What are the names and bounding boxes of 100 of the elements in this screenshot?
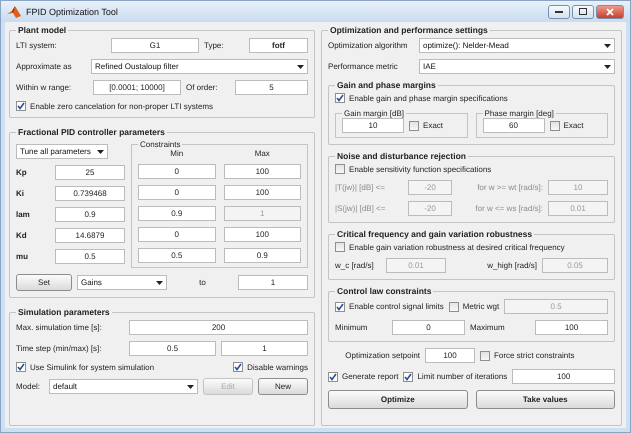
field-label: for w <= ws [rad/s]:	[474, 204, 543, 213]
action-button[interactable]: Take values	[476, 390, 615, 409]
input-field[interactable]: 1	[221, 341, 308, 356]
field-label: Within w range:	[16, 83, 72, 92]
field-label: Of order:	[186, 83, 219, 92]
checkbox-label: Generate report	[342, 372, 398, 381]
field-label: mu	[16, 252, 29, 261]
input-field[interactable]: 100	[224, 227, 301, 242]
input-field[interactable]: fotf	[249, 38, 308, 53]
field-label: Model:	[16, 382, 42, 391]
group-title: Control law constraints	[336, 286, 432, 296]
checkbox[interactable]	[335, 164, 345, 174]
input-field[interactable]: 0.9	[55, 207, 125, 222]
checkbox-label: Exact	[564, 121, 584, 130]
input-field[interactable]: 0	[138, 164, 216, 179]
field-label: Kp	[16, 168, 28, 177]
field-label: |T(jw)| [dB] <=	[335, 183, 386, 192]
caret-icon	[156, 280, 163, 284]
checkbox-label: Disable warnings	[247, 362, 308, 372]
input-field[interactable]: 100	[535, 320, 608, 335]
field-label: lam	[16, 210, 31, 219]
window-title: FPID Optimization Tool	[26, 6, 118, 16]
input-field[interactable]: 0.739468	[55, 186, 125, 201]
field-label: w_high [rad/s]	[486, 261, 537, 270]
input-field[interactable]: 5	[235, 80, 308, 95]
checkbox[interactable]	[480, 350, 490, 360]
field-label: Type:	[204, 41, 225, 50]
input-field[interactable]: 100	[425, 348, 475, 363]
checkbox-label: Enable gain and phase margin specifications	[349, 94, 508, 102]
new-button[interactable]: New	[258, 378, 308, 395]
dropdown[interactable]: Tune all parameters	[16, 144, 108, 159]
input-field[interactable]: 0.5	[55, 249, 125, 264]
field-label: Time step (min/max) [s]:	[16, 344, 102, 353]
field-label: to	[198, 278, 207, 287]
input-field[interactable]: 100	[224, 185, 301, 200]
input-field[interactable]: 14.6879	[55, 228, 125, 243]
group-title: Noise and disturbance rejection	[336, 151, 467, 161]
dropdown[interactable]: IAE	[419, 59, 615, 74]
checkbox[interactable]	[335, 242, 345, 252]
group-title: Simulation parameters	[17, 307, 111, 317]
checkbox-label: Exact	[423, 121, 444, 130]
group-title: Fractional PID controller parameters	[17, 127, 166, 137]
checkbox[interactable]	[16, 362, 26, 372]
input-field[interactable]: 0	[138, 185, 216, 200]
checkbox-label: Enable sensitivity function specifications	[349, 164, 492, 174]
checkbox-label: Enable gain variation robustness at desired critical frequency	[349, 242, 565, 252]
checkbox[interactable]	[550, 120, 560, 130]
input-field[interactable]: 0.9	[224, 248, 301, 263]
field-label: w_c [rad/s]	[335, 261, 375, 270]
checkbox[interactable]	[403, 372, 414, 382]
input-field[interactable]: 0	[138, 227, 216, 242]
input-field[interactable]: 10	[342, 118, 404, 133]
set-button[interactable]: Set	[16, 274, 72, 291]
caret-icon	[297, 64, 304, 68]
input-field[interactable]: 0.5	[129, 341, 216, 356]
dropdown[interactable]: Gains	[77, 275, 167, 290]
column-header: Max	[254, 149, 271, 158]
input-field[interactable]: 60	[482, 118, 544, 133]
field-label: for w >= wt [rad/s]:	[476, 183, 543, 192]
input-field[interactable]: 0.5	[138, 248, 216, 263]
minimize-button[interactable]	[548, 4, 570, 18]
field-label: Max. simulation time [s]:	[16, 323, 103, 332]
field-label: Ki	[16, 189, 25, 198]
input-field[interactable]: 1	[238, 275, 308, 290]
caret-icon	[604, 44, 611, 48]
field-label: Performance metric	[328, 62, 399, 71]
input-field[interactable]: 0	[392, 320, 465, 335]
dropdown[interactable]: default	[49, 379, 198, 394]
input-field[interactable]: [0.0001; 10000]	[93, 80, 181, 95]
input-field[interactable]: 25	[55, 165, 125, 180]
close-button[interactable]	[596, 4, 624, 18]
checkbox-label: Use Simulink for system simulation	[30, 362, 154, 372]
checkbox[interactable]	[233, 362, 244, 372]
group-title: Critical frequency and gain variation robustness	[336, 229, 534, 239]
dropdown[interactable]: optimize(): Nelder-Mead	[419, 38, 615, 53]
caret-icon	[97, 150, 104, 154]
column-header: Min	[169, 149, 184, 158]
input-field[interactable]: 100	[512, 369, 615, 384]
checkbox[interactable]	[448, 302, 459, 312]
input-field[interactable]: 200	[129, 320, 308, 335]
field-label: Minimum	[335, 323, 368, 332]
input-field[interactable]: 0.9	[138, 206, 216, 221]
caret-icon	[187, 384, 194, 388]
input-field[interactable]: 100	[224, 164, 301, 179]
checkbox[interactable]	[16, 101, 26, 111]
group-title: Optimization and performance settings	[329, 25, 489, 35]
field-label: Optimization setpoint	[344, 351, 420, 360]
checkbox-label: Enable control signal limits	[349, 302, 444, 311]
input-field[interactable]: G1	[111, 38, 199, 53]
maximize-button[interactable]	[572, 4, 594, 18]
group-title: Gain and phase margins	[336, 80, 437, 90]
checkbox[interactable]	[328, 372, 338, 382]
group-title: Gain margin [dB]	[343, 109, 406, 118]
checkbox[interactable]	[409, 120, 419, 130]
checkbox[interactable]	[335, 93, 345, 103]
minimize-icon	[555, 10, 563, 13]
action-button[interactable]: Optimize	[328, 390, 468, 409]
group-title: Phase margin [deg]	[484, 109, 555, 118]
checkbox[interactable]	[335, 302, 345, 312]
dropdown[interactable]: Refined Oustaloup filter	[91, 59, 308, 74]
